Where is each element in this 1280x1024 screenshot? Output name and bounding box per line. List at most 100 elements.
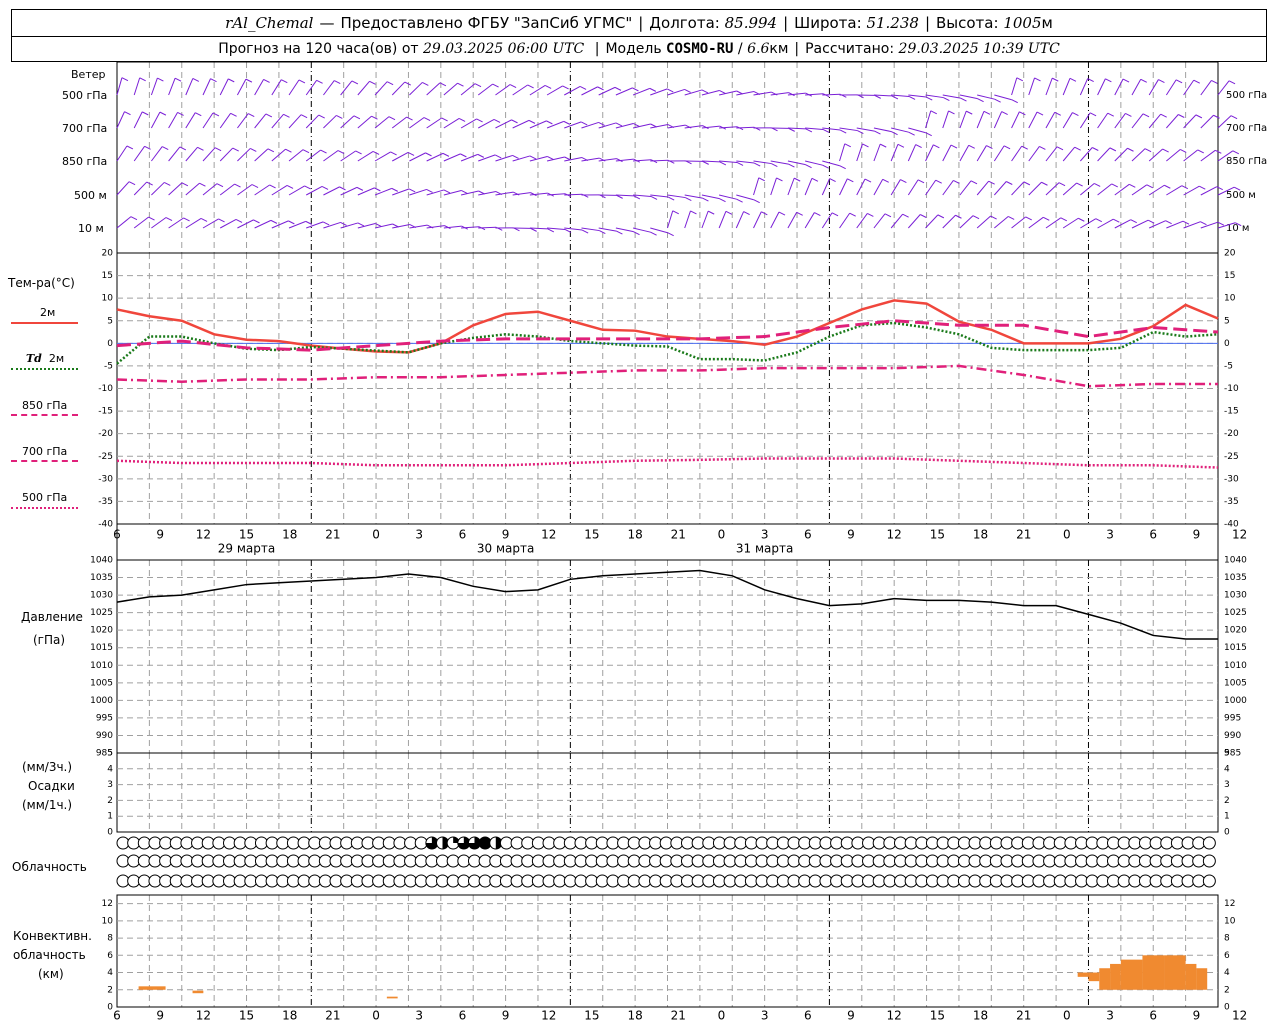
precip-tick-right: 3 xyxy=(1224,780,1230,790)
wind-barb xyxy=(942,110,949,129)
wind-barb-flag xyxy=(494,154,502,159)
wind-barb-flag xyxy=(1089,112,1097,117)
wind-barb xyxy=(959,180,972,196)
wind-barb-flag xyxy=(632,87,639,92)
wind-barb-flag xyxy=(839,129,847,134)
conv-tick-left: 12 xyxy=(102,899,113,909)
precip-tick-right: 5 xyxy=(1224,749,1230,759)
wind-barb xyxy=(925,94,944,99)
conv-bar xyxy=(192,990,204,994)
wind-barb xyxy=(942,144,952,162)
wind-barb xyxy=(151,182,165,196)
x-tick-label-bottom: 12 xyxy=(887,1009,902,1023)
wind-barb-flag xyxy=(441,117,448,122)
wind-barb-flag xyxy=(1199,185,1206,190)
wind-barb-flag xyxy=(406,116,413,121)
wind-barb-flag xyxy=(530,227,537,232)
wind-barb xyxy=(426,82,441,96)
wind-barb xyxy=(735,211,745,229)
wind-barb-flag xyxy=(672,210,679,215)
wind-barb-flag xyxy=(139,77,146,82)
wind-level-label-right: 500 гПа xyxy=(1226,90,1267,101)
wind-barb-flag xyxy=(1197,149,1204,154)
wind-barb-flag xyxy=(902,213,909,218)
wind-barb-flag xyxy=(930,110,938,115)
wind-barb-flag xyxy=(1041,181,1048,186)
wind-barb-flag xyxy=(633,123,640,127)
wind-barb-flag xyxy=(1109,147,1117,152)
wind-barb-flag xyxy=(357,222,365,227)
wind-barb xyxy=(976,215,991,229)
x-tick-label: 9 xyxy=(1193,528,1201,542)
wind-barb-flag xyxy=(581,229,589,234)
wind-barb xyxy=(805,160,823,166)
wind-barb-flag xyxy=(857,130,864,135)
wind-barb xyxy=(1114,113,1126,129)
wind-barb xyxy=(822,127,841,131)
temp-tick-right: -15 xyxy=(1224,407,1239,417)
wind-barb-flag xyxy=(512,154,519,159)
wind-barb-flag xyxy=(650,196,658,200)
wind-barb-flag xyxy=(374,187,381,192)
wind-barb xyxy=(288,79,300,96)
wind-barb-flag xyxy=(250,147,257,152)
conv-bar xyxy=(1110,963,1121,990)
precip-tick-right: 2 xyxy=(1224,796,1230,806)
wind-barb xyxy=(323,115,337,129)
wind-barb-flag xyxy=(1179,149,1187,153)
pressure-tick-right: 1030 xyxy=(1224,591,1247,601)
wind-barb xyxy=(770,160,789,165)
wind-barb-flag xyxy=(970,180,978,185)
wind-barb xyxy=(976,145,987,162)
wind-barb-flag xyxy=(771,163,778,168)
wind-barb xyxy=(804,178,813,196)
wind-barb-flag xyxy=(1001,111,1008,115)
wind-barb-flag xyxy=(1140,78,1147,83)
wind-barb-flag xyxy=(667,232,674,237)
conv-tick-right: 6 xyxy=(1224,951,1230,961)
wind-barb-flag xyxy=(1195,114,1203,119)
wind-barb xyxy=(271,113,284,129)
wind-barb-flag xyxy=(544,84,552,89)
wind-barb-flag xyxy=(616,230,623,235)
wind-barb xyxy=(1114,183,1130,196)
wind-barb xyxy=(116,181,130,196)
wind-barb xyxy=(959,145,970,162)
wind-barb xyxy=(994,94,1012,101)
wind-barb xyxy=(1200,80,1212,96)
wind-barb xyxy=(650,194,669,198)
conv-bar xyxy=(1088,972,1100,982)
x-tick-label: 12 xyxy=(1232,528,1247,542)
precip-tick-right: 4 xyxy=(1224,764,1230,774)
wind-barb-flag xyxy=(667,88,674,93)
wind-barb-flag xyxy=(318,114,325,119)
temp-tick-left: 20 xyxy=(102,249,114,259)
wind-barb-flag xyxy=(719,198,726,203)
wind-barb-flag xyxy=(1039,146,1046,150)
wind-barb xyxy=(1028,77,1036,96)
wind-barb-flag xyxy=(977,98,984,103)
precip-tick-right: 1 xyxy=(1224,812,1230,822)
wind-barb-flag xyxy=(580,121,588,126)
wind-barb-flag xyxy=(1142,113,1150,118)
wind-barb-flag xyxy=(265,113,273,118)
wind-barb-flag xyxy=(1069,77,1077,82)
wind-barb xyxy=(305,114,320,129)
wind-barb xyxy=(736,194,754,201)
wind-barb xyxy=(1080,183,1095,196)
cloud-cover-icon xyxy=(1202,874,1216,888)
cloud-cover-icon xyxy=(1202,854,1216,868)
wind-barb xyxy=(959,110,967,129)
pressure-tick-left: 990 xyxy=(96,731,113,741)
wind-barb-flag xyxy=(547,228,555,233)
wind-barb xyxy=(271,148,286,162)
temp-tick-right: 15 xyxy=(1224,271,1235,281)
wind-barb xyxy=(288,114,302,129)
wind-barb-flag xyxy=(270,219,278,224)
wind-barb xyxy=(770,177,777,196)
wind-barb xyxy=(942,214,956,229)
wind-barb xyxy=(185,146,198,162)
temp-tick-right: -25 xyxy=(1224,452,1239,462)
wind-barb xyxy=(116,77,123,96)
temp-tick-left: 15 xyxy=(102,271,113,281)
